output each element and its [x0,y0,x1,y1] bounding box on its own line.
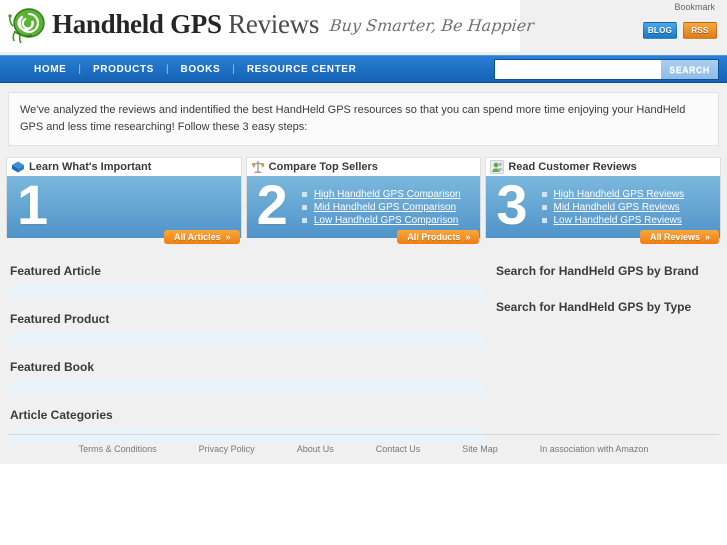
steps-panels: Learn What's Important 1 All Articles » [6,157,722,252]
nav-items: HOME | PRODUCTS | BOOKS | RESOURCE CENTE… [22,64,368,75]
panel-link-mid[interactable]: Mid Handheld GPS Reviews [554,202,680,213]
list-item: Low Handheld GPS Comparison [301,215,461,226]
chevron-right-icon: » [465,232,471,242]
intro-text: We've analyzed the reviews and indentifi… [8,92,719,146]
pill-label: All Reviews [649,232,700,242]
step-panel-1: Learn What's Important 1 All Articles » [6,157,242,252]
panel-body: 2 High Handheld GPS Comparison Mid Handh… [245,176,482,238]
panel-title: Read Customer Reviews [508,161,637,173]
page-container: Handheld GPS Reviews Buy Smarter, Be Hap… [0,0,727,464]
chevron-right-icon: » [705,232,711,242]
panel-footer: All Reviews » [485,230,721,252]
footer-link-about[interactable]: About Us [297,444,334,454]
footer-link-contact[interactable]: Contact Us [376,444,421,454]
featured-column: Featured Article Featured Product Featur… [8,264,486,456]
bullet-icon [301,204,307,210]
feed-buttons: BLOG RSS [643,22,717,39]
list-item: Mid Handheld GPS Reviews [541,202,685,213]
bullet-icon [541,217,547,223]
featured-book-placeholder [8,380,486,394]
featured-product-heading: Featured Product [10,312,110,326]
snail-logo-icon [8,8,45,44]
nav-item-resource-center[interactable]: RESOURCE CENTER [235,64,369,75]
step-number: 2 [256,176,288,236]
panel-footer: All Articles » [6,230,242,252]
footer-link-sitemap[interactable]: Site Map [462,444,498,454]
all-products-button[interactable]: All Products » [397,230,480,244]
pill-label: All Products [407,232,461,242]
customer-person-icon [490,160,505,174]
all-reviews-button[interactable]: All Reviews » [639,230,720,244]
blog-button[interactable]: BLOG [643,22,677,39]
panel-link-high[interactable]: High Handheld GPS Reviews [554,189,685,200]
panel-header: Compare Top Sellers [245,157,482,176]
list-item: Low Handheld GPS Reviews [541,215,685,226]
chevron-right-icon: » [225,232,231,242]
rss-button[interactable]: RSS [683,22,717,39]
step-panel-2: Compare Top Sellers 2 High Handheld GPS … [245,157,482,252]
brand-bold: Handheld GPS [52,9,222,39]
search-by-type-heading: Search for HandHeld GPS by Type [496,300,692,314]
step-number: 1 [17,176,49,236]
featured-book-heading: Featured Book [10,360,95,374]
blue-diamond-icon [12,161,24,173]
featured-article-heading: Featured Article [10,264,101,278]
search-by-brand-heading: Search for HandHeld GPS by Brand [496,264,699,278]
panel-link-mid[interactable]: Mid Handheld GPS Comparison [314,202,456,213]
all-articles-button[interactable]: All Articles » [163,230,240,244]
bullet-icon [301,217,307,223]
panel-link-high[interactable]: High Handheld GPS Comparison [314,189,461,200]
panel-body: 1 [6,176,242,238]
search-button[interactable]: SEARCH [661,60,718,79]
footer-link-terms[interactable]: Terms & Conditions [79,444,157,454]
bookmark-link[interactable]: Bookmark [674,2,715,12]
list-item: High Handheld GPS Comparison [301,189,461,200]
tagline: Buy Smarter, Be Happier [329,16,535,35]
search-by-column: Search for HandHeld GPS by Brand Search … [486,264,719,456]
bullet-icon [301,191,307,197]
step-number: 3 [496,176,528,236]
bullet-icon [541,191,547,197]
footer-amazon-note: In association with Amazon [539,444,649,454]
panel-header: Learn What's Important [6,157,242,176]
site-title: Handheld GPS Reviews [52,11,319,41]
search-box: SEARCH [494,59,719,80]
panel-title: Compare Top Sellers [268,161,378,173]
panel-links: High Handheld GPS Comparison Mid Handhel… [301,189,461,228]
site-header: Handheld GPS Reviews Buy Smarter, Be Hap… [0,0,727,55]
panel-link-low[interactable]: Low Handheld GPS Reviews [554,215,682,226]
footer-link-privacy[interactable]: Privacy Policy [199,444,255,454]
panel-links: High Handheld GPS Reviews Mid Handheld G… [541,189,685,228]
panel-link-low[interactable]: Low Handheld GPS Comparison [314,215,459,226]
step-panel-3: Read Customer Reviews 3 High Handheld GP… [485,157,722,252]
panel-title: Learn What's Important [29,161,152,173]
featured-article-placeholder [8,284,486,298]
featured-product-placeholder [8,332,486,346]
scales-balance-icon [251,161,265,173]
article-categories-heading: Article Categories [10,408,113,422]
pill-label: All Articles [173,232,221,242]
nav-item-products[interactable]: PRODUCTS [81,64,166,75]
search-input[interactable] [495,60,661,79]
list-item: High Handheld GPS Reviews [541,189,685,200]
list-item: Mid Handheld GPS Comparison [301,202,461,213]
lower-content: Featured Article Featured Product Featur… [8,264,719,456]
panel-body: 3 High Handheld GPS Reviews Mid Handheld… [485,176,722,238]
panel-header: Read Customer Reviews [485,157,722,176]
main-navigation: HOME | PRODUCTS | BOOKS | RESOURCE CENTE… [0,55,727,83]
panel-footer: All Products » [246,230,482,252]
bullet-icon [541,204,547,210]
nav-item-home[interactable]: HOME [22,64,78,75]
site-footer: Terms & Conditions Privacy Policy About … [8,434,719,454]
nav-item-books[interactable]: BOOKS [169,64,233,75]
brand-light: Reviews [228,9,320,39]
